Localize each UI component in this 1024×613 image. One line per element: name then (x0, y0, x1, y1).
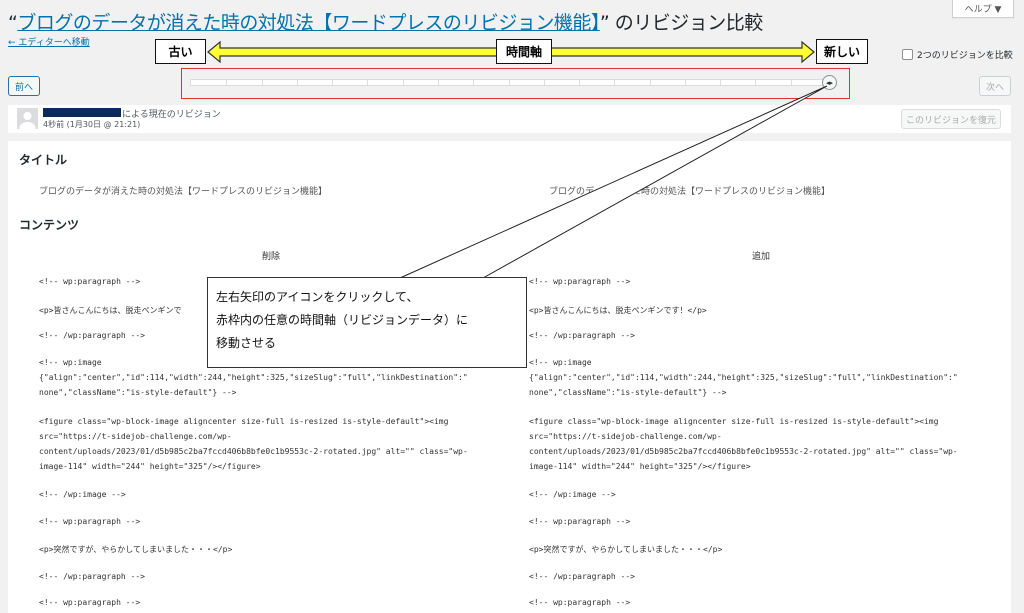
diff-line-left: <!-- wp:paragraph --> (39, 598, 141, 607)
slider-tick (684, 80, 686, 85)
back-to-editor-link[interactable]: ← エディターへ移動 (8, 35, 90, 48)
diff-line-right: <!-- wp:paragraph --> (529, 598, 631, 607)
title-right-tail: た時の対処法【ワードプレスのリビジョン機能】 (632, 187, 831, 197)
post-title-link[interactable]: ブログのデータが消えた時の対処法【ワードプレスのリビジョン機能】 (17, 12, 600, 34)
revision-slider-track[interactable] (190, 79, 825, 86)
title-heading: タイトル (19, 153, 68, 167)
diff-line-left: <!-- /wp:paragraph --> (39, 331, 145, 340)
callout-line-2: 赤枠内の任意の時間軸（リビジョンデータ）に (216, 313, 469, 327)
quote-open: “ (8, 12, 18, 34)
diff-line-left: <!-- wp:paragraph --> (39, 517, 141, 526)
slider-tick (543, 80, 545, 85)
slider-tick (720, 80, 722, 85)
slider-tick (226, 80, 228, 85)
diff-line-right: <!-- wp:paragraph --> (529, 517, 631, 526)
title-right-head: ブログのデ (549, 187, 595, 197)
diff-line-right: <p>突然ですが、やらかしてしまいました・・・</p> (529, 545, 723, 554)
slider-tick (508, 80, 510, 85)
slider-tick (296, 80, 298, 85)
time-axis-label: 時間軸 (496, 39, 552, 64)
diff-line-right: <!-- wp:image {"align":"center","id":114… (529, 358, 958, 397)
diff-line-left: <p>皆さんこんにちは、脱走ペンギンで (39, 306, 182, 315)
revision-time: 4秒前 (1月30日 @ 21:21) (43, 120, 141, 129)
slider-tick (402, 80, 404, 85)
callout-line-3: 移動させる (216, 336, 277, 350)
diff-line-right: <p>皆さんこんにちは、脱走ペンギンです！</p> (529, 306, 707, 315)
slider-tick (437, 80, 439, 85)
compare-checkbox[interactable] (902, 49, 913, 60)
compare-label: 2つのリビジョンを比較 (917, 51, 1013, 61)
slider-tick (755, 80, 757, 85)
diff-line-left: <!-- /wp:image --> (39, 490, 126, 499)
old-label: 古い (155, 39, 206, 64)
slider-handle-arrows-icon[interactable]: ◂▸ (822, 75, 837, 90)
previous-button[interactable]: 前へ (8, 76, 40, 96)
help-button[interactable]: ヘルプ ▼ (952, 0, 1014, 18)
slider-tick (614, 80, 616, 85)
diff-line-right: <!-- wp:paragraph --> (529, 277, 631, 286)
title-right-text: ブログのデ た時の対処法【ワードプレスのリビジョン機能】 (549, 184, 830, 197)
slider-tick (367, 80, 369, 85)
diff-line-right: <!-- /wp:paragraph --> (529, 331, 635, 340)
slider-tick (649, 80, 651, 85)
page-title: “ブログのデータが消えた時の対処法【ワードプレスのリビジョン機能】” のリビジョ… (8, 8, 763, 35)
diff-line-left: <!-- wp:paragraph --> (39, 277, 141, 286)
title-left-text: ブログのデータが消えた時の対処法【ワードプレスのリビジョン機能】 (39, 187, 328, 197)
diff-line-right: <!-- /wp:paragraph --> (529, 572, 635, 581)
slider-tick (579, 80, 581, 85)
slider-tick (473, 80, 475, 85)
removed-column-header: 削除 (262, 252, 281, 262)
diff-line-right: <figure class="wp-block-image aligncente… (529, 417, 958, 471)
diff-line-left: <!-- /wp:paragraph --> (39, 572, 145, 581)
avatar (17, 108, 38, 129)
slider-tick (261, 80, 263, 85)
slider-tick (332, 80, 334, 85)
title-suffix: ” のリビジョン比較 (599, 12, 763, 34)
author-name-redacted (43, 108, 121, 117)
content-heading: コンテンツ (19, 218, 80, 232)
diff-line-right: <!-- /wp:image --> (529, 490, 616, 499)
instruction-callout: 左右矢印のアイコンをクリックして、 赤枠内の任意の時間軸（リビジョンデータ）に … (207, 277, 527, 368)
callout-line-1: 左右矢印のアイコンをクリックして、 (216, 290, 419, 304)
new-label: 新しい (816, 39, 868, 64)
diff-line-left: <p>突然ですが、やらかしてしまいました・・・</p> (39, 545, 233, 554)
added-column-header: 追加 (752, 252, 771, 262)
slider-tick (790, 80, 792, 85)
user-silhouette-icon (17, 108, 38, 129)
restore-revision-button[interactable]: このリビジョンを復元 (901, 109, 1001, 129)
next-button[interactable]: 次へ (979, 76, 1011, 96)
compare-two-revisions-toggle[interactable]: 2つのリビジョンを比較 (902, 48, 1013, 61)
diff-line-left: <figure class="wp-block-image aligncente… (39, 417, 468, 471)
